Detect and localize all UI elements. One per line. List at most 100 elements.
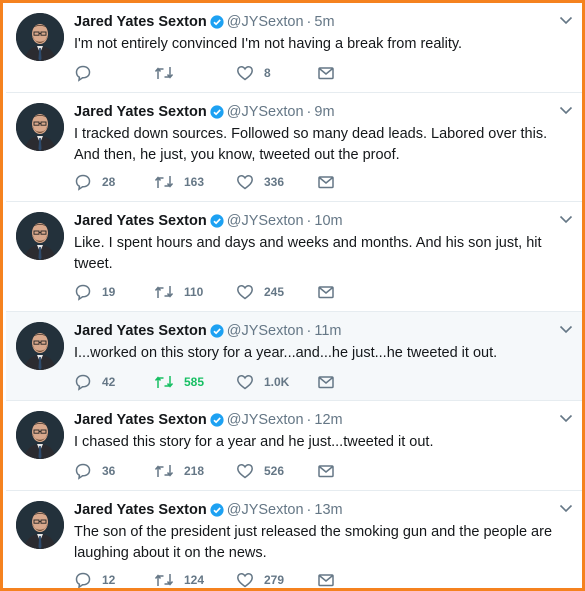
like-count: 279 bbox=[264, 573, 285, 587]
author-handle[interactable]: @JYSexton bbox=[227, 502, 304, 518]
author-name[interactable]: Jared Yates Sexton bbox=[74, 213, 207, 229]
chevron-down-icon[interactable] bbox=[559, 105, 573, 115]
author-handle[interactable]: @JYSexton bbox=[227, 104, 304, 120]
avatar[interactable] bbox=[16, 212, 64, 260]
verified-badge-icon bbox=[210, 105, 224, 125]
tweet[interactable]: Jared Yates Sexton @JYSexton · 10m Like. I … bbox=[6, 202, 582, 312]
tweet-timestamp[interactable]: 11m bbox=[314, 323, 341, 339]
author-name[interactable]: Jared Yates Sexton bbox=[74, 502, 207, 518]
avatar[interactable] bbox=[16, 501, 64, 549]
retweet-icon bbox=[154, 376, 174, 388]
author-name[interactable]: Jared Yates Sexton bbox=[74, 14, 207, 30]
author-name[interactable]: Jared Yates Sexton bbox=[74, 412, 207, 428]
tweet-actions: 19 110 245 bbox=[74, 282, 374, 302]
like-button[interactable]: 279 bbox=[236, 570, 285, 588]
author-name[interactable]: Jared Yates Sexton bbox=[74, 104, 207, 120]
direct-message-button[interactable] bbox=[317, 570, 335, 588]
reply-button[interactable]: 36 bbox=[74, 461, 115, 481]
verified-badge-icon bbox=[210, 413, 224, 433]
like-count: 8 bbox=[264, 66, 271, 80]
retweet-count: 218 bbox=[184, 464, 205, 478]
chevron-down-icon[interactable] bbox=[559, 413, 573, 423]
retweet-button[interactable]: 124 bbox=[154, 570, 205, 588]
like-button[interactable]: 245 bbox=[236, 282, 284, 302]
tweet-timestamp[interactable]: 10m bbox=[314, 213, 342, 229]
direct-message-button[interactable] bbox=[317, 63, 335, 83]
direct-message-button[interactable] bbox=[317, 372, 335, 392]
tweet-timestamp[interactable]: 13m bbox=[314, 502, 342, 518]
reply-count: 28 bbox=[102, 175, 116, 189]
tweet-text: The son of the president just released t… bbox=[74, 524, 553, 561]
retweet-icon bbox=[154, 67, 174, 79]
chevron-down-icon[interactable] bbox=[559, 503, 573, 513]
author-handle[interactable]: @JYSexton bbox=[227, 412, 304, 428]
avatar[interactable] bbox=[16, 322, 64, 370]
verified-badge-icon bbox=[210, 214, 224, 234]
direct-message-button[interactable] bbox=[317, 282, 335, 302]
separator-dot: · bbox=[306, 323, 312, 339]
reply-button[interactable]: 42 bbox=[74, 372, 115, 392]
reply-icon bbox=[75, 284, 91, 301]
reply-icon bbox=[75, 374, 91, 391]
tweet-timestamp[interactable]: 5m bbox=[314, 14, 334, 30]
like-count: 336 bbox=[264, 175, 285, 189]
heart-icon bbox=[237, 66, 253, 81]
retweet-count: 124 bbox=[184, 573, 205, 587]
envelope-icon bbox=[318, 574, 334, 587]
separator-dot: · bbox=[306, 104, 312, 120]
like-button[interactable]: 526 bbox=[236, 461, 284, 481]
avatar[interactable] bbox=[16, 103, 64, 151]
retweet-button[interactable]: 218 bbox=[154, 461, 204, 481]
tweet[interactable]: Jared Yates Sexton @JYSexton · 5m I'm not e… bbox=[6, 3, 582, 93]
reply-count: 36 bbox=[102, 464, 116, 478]
like-button[interactable]: 8 bbox=[236, 63, 271, 83]
retweet-button[interactable]: 163 bbox=[154, 172, 204, 192]
reply-count: 12 bbox=[102, 573, 116, 587]
reply-button[interactable]: 28 bbox=[74, 172, 115, 192]
avatar[interactable] bbox=[16, 13, 64, 61]
retweet-button[interactable]: 110 bbox=[154, 282, 203, 302]
retweet-button[interactable]: 585 bbox=[154, 372, 204, 392]
author-name[interactable]: Jared Yates Sexton bbox=[74, 323, 207, 339]
tweet-actions: 8 bbox=[74, 63, 374, 83]
direct-message-button[interactable] bbox=[317, 461, 335, 481]
chevron-down-icon[interactable] bbox=[559, 15, 573, 25]
tweet-timestamp[interactable]: 12m bbox=[314, 412, 342, 428]
like-button[interactable]: 336 bbox=[236, 172, 284, 192]
reply-button[interactable] bbox=[74, 63, 102, 83]
like-button[interactable]: 1.0K bbox=[236, 372, 289, 392]
tweet-header: Jared Yates Sexton @JYSexton · 9m bbox=[74, 102, 545, 122]
tweet[interactable]: Jared Yates Sexton @JYSexton · 12m I chased… bbox=[6, 401, 582, 491]
author-handle[interactable]: @JYSexton bbox=[227, 213, 304, 229]
tweet[interactable]: Jared Yates Sexton @JYSexton · 9m I tracked… bbox=[6, 93, 582, 202]
retweet-button[interactable] bbox=[154, 63, 184, 83]
tweet-text: I chased this story for a year and he ju… bbox=[74, 434, 434, 450]
tweet-header: Jared Yates Sexton @JYSexton · 12m bbox=[74, 410, 545, 430]
author-handle[interactable]: @JYSexton bbox=[227, 323, 304, 339]
avatar-portrait bbox=[16, 103, 64, 151]
heart-icon bbox=[237, 175, 253, 190]
verified-badge-icon bbox=[210, 15, 224, 35]
tweet[interactable]: Jared Yates Sexton @JYSexton · 13m The son … bbox=[6, 491, 582, 588]
reply-button[interactable]: 12 bbox=[74, 570, 116, 588]
timeline: Jared Yates Sexton @JYSexton · 5m I'm not e… bbox=[0, 0, 585, 591]
tweet-actions: 12 124 279 bbox=[74, 570, 374, 588]
verified-badge-icon bbox=[210, 324, 224, 344]
tweet-text: Like. I spent hours and days and weeks a… bbox=[74, 235, 542, 272]
envelope-icon bbox=[318, 465, 334, 478]
reply-icon bbox=[75, 572, 91, 588]
reply-button[interactable]: 19 bbox=[74, 282, 115, 302]
chevron-down-icon[interactable] bbox=[559, 324, 573, 334]
tweet[interactable]: Jared Yates Sexton @JYSexton · 11m I...work… bbox=[6, 312, 582, 401]
tweet-timestamp[interactable]: 9m bbox=[314, 104, 334, 120]
like-count: 526 bbox=[264, 464, 285, 478]
direct-message-button[interactable] bbox=[317, 172, 335, 192]
chevron-down-icon[interactable] bbox=[559, 214, 573, 224]
reply-icon bbox=[75, 463, 91, 480]
retweet-count: 163 bbox=[184, 175, 205, 189]
tweet-text: I...worked on this story for a year...an… bbox=[74, 345, 498, 361]
avatar-portrait bbox=[16, 501, 64, 549]
heart-icon bbox=[237, 285, 253, 300]
author-handle[interactable]: @JYSexton bbox=[227, 14, 304, 30]
avatar[interactable] bbox=[16, 411, 64, 459]
